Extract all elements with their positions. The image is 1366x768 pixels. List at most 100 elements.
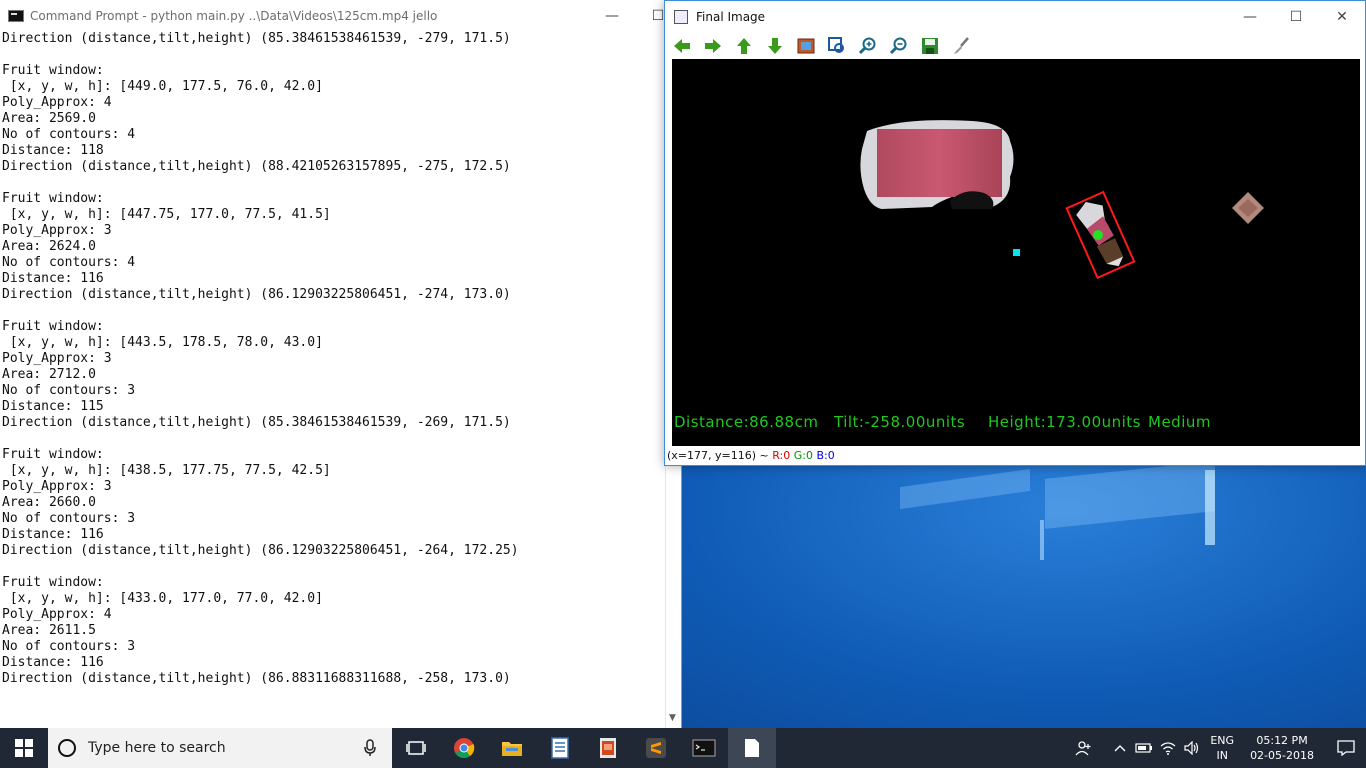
chevron-up-icon[interactable] [1108,744,1132,752]
status-green: G:0 [793,449,813,462]
taskbar-notepad-doc[interactable] [536,728,584,768]
microphone-icon[interactable] [364,739,376,757]
console-line: Direction (distance,tilt,height) (86.129… [2,543,519,558]
image-toolbar [665,32,1365,59]
console-line: Distance: 116 [2,655,104,670]
taskbar-chrome[interactable] [440,728,488,768]
console-line: [x, y, w, h]: [449.0, 177.5, 76.0, 42.0] [2,79,323,94]
image-canvas[interactable]: Distance:86.88cm Tilt:-258.00units Heigh… [672,59,1360,446]
console-line: No of contours: 3 [2,639,136,654]
scroll-down-icon[interactable]: ▼ [669,713,676,723]
terminal-icon [692,739,716,757]
final-image-minimize-button[interactable]: — [1227,1,1273,32]
input-language[interactable]: ENG IN [1210,733,1234,763]
console-line: Poly_Approx: 4 [2,95,112,110]
detection-center-dot [1093,230,1103,240]
console-line: Distance: 116 [2,527,104,542]
status-blue: B:0 [816,449,835,462]
folder-icon [502,742,522,756]
sublime-text-icon [646,738,666,758]
console-line: Direction (distance,tilt,height) (86.883… [2,671,511,686]
cmd-console-output[interactable]: Direction (distance,tilt,height) (85.384… [0,31,666,728]
system-tray: ENG IN 05:12 PM 02-05-2018 [1072,728,1366,768]
search-placeholder: Type here to search [88,740,226,756]
detection-image [860,120,1264,280]
console-line: Fruit window: [2,447,104,462]
wallpaper-light-edge [1205,470,1215,545]
cortana-icon [58,739,76,757]
taskbar-image-viewer[interactable] [728,728,776,768]
console-line: Area: 2624.0 [2,239,96,254]
console-line: Area: 2569.0 [2,111,96,126]
console-line: [x, y, w, h]: [438.5, 177.75, 77.5, 42.5… [2,463,331,478]
console-line: No of contours: 4 [2,255,136,270]
final-image-maximize-button[interactable]: ☐ [1273,1,1319,32]
final-image-close-button[interactable]: ✕ [1319,1,1365,32]
console-line: Direction (distance,tilt,height) (85.384… [2,31,511,46]
battery-icon[interactable] [1132,742,1156,754]
cmd-window-title: Command Prompt - python main.py ..\Data\… [30,8,438,23]
taskbar-command-prompt[interactable] [680,728,728,768]
zoom-out-icon[interactable] [888,35,910,57]
wallpaper-light-edge [1040,520,1044,560]
people-icon[interactable] [1072,740,1096,756]
console-line: Direction (distance,tilt,height) (85.384… [2,415,511,430]
final-image-window[interactable]: Final Image — ☐ ✕ Distance:86.88cm Tilt:… [664,0,1366,466]
cmd-app-icon [8,9,24,22]
pan-left-icon[interactable] [671,35,693,57]
pan-up-icon[interactable] [733,35,755,57]
language-code: ENG [1210,734,1235,747]
console-line: [x, y, w, h]: [447.75, 177.0, 77.5, 41.5… [2,207,331,222]
console-line: No of contours: 3 [2,383,136,398]
console-line: Fruit window: [2,191,104,206]
wallpaper-light-pane [1045,461,1215,529]
overlay-height: Height:173.00units [988,413,1142,431]
cmd-minimize-button[interactable]: — [589,0,635,31]
zoom-original-icon[interactable] [826,35,848,57]
console-line: Distance: 118 [2,143,104,158]
zoom-fit-image-icon[interactable] [795,35,817,57]
final-image-titlebar[interactable]: Final Image — ☐ ✕ [665,1,1365,32]
pan-down-icon[interactable] [764,35,786,57]
overlay-tilt: Tilt:-258.00units [834,413,966,431]
fruit-blob-core [877,129,1002,197]
console-line: Poly_Approx: 3 [2,223,112,238]
taskbar-presentation[interactable] [584,728,632,768]
status-coords: (x=177, y=116) ~ [667,449,773,462]
console-line: Poly_Approx: 4 [2,607,112,622]
volume-icon[interactable] [1180,741,1204,755]
wifi-icon[interactable] [1156,741,1180,755]
cyan-marker [1013,249,1020,256]
notification-icon [1337,740,1355,756]
save-icon[interactable] [919,35,941,57]
properties-brush-icon[interactable] [950,35,972,57]
clock-date: 02-05-2018 [1250,749,1314,762]
task-view-icon [406,741,426,755]
console-line: No of contours: 3 [2,511,136,526]
language-region: IN [1216,749,1228,762]
taskbar-clock[interactable]: 05:12 PM 02-05-2018 [1250,733,1314,763]
console-line: Poly_Approx: 3 [2,479,112,494]
cmd-titlebar[interactable]: Command Prompt - python main.py ..\Data\… [0,0,681,31]
console-line: Distance: 116 [2,271,104,286]
document-icon [551,737,569,759]
image-status-bar: (x=177, y=116) ~ R:0 G:0 B:0 [667,449,835,462]
console-line: Fruit window: [2,63,104,78]
command-prompt-window[interactable]: Command Prompt - python main.py ..\Data\… [0,0,682,728]
taskbar-search-box[interactable]: Type here to search [48,728,392,768]
task-view-button[interactable] [392,728,440,768]
console-line: Distance: 115 [2,399,104,414]
action-center-button[interactable] [1326,740,1366,756]
taskbar-file-explorer[interactable] [488,728,536,768]
zoom-in-icon[interactable] [857,35,879,57]
console-line: No of contours: 4 [2,127,136,142]
taskbar-sublime-text[interactable] [632,728,680,768]
console-line: Area: 2712.0 [2,367,96,382]
start-button[interactable] [0,728,48,768]
pan-right-icon[interactable] [702,35,724,57]
wallpaper-light-pane [900,468,1030,510]
